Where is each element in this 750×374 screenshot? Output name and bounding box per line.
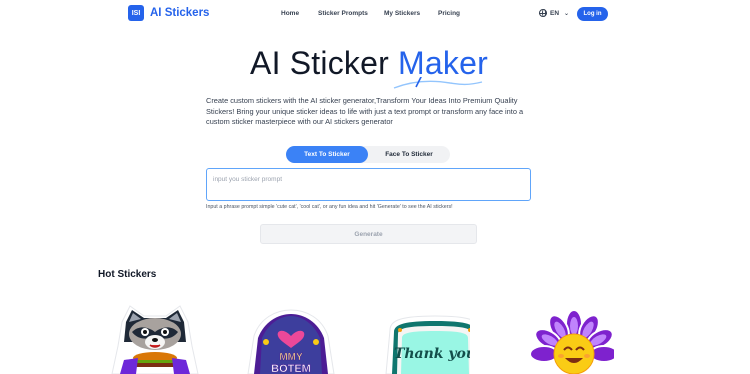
nav-my-stickers[interactable]: My Stickers bbox=[384, 10, 420, 17]
tab-text-to-sticker[interactable]: Text To Sticker bbox=[286, 146, 368, 163]
generate-button[interactable]: Generate bbox=[260, 224, 477, 244]
sticker-text-top: MMY bbox=[279, 352, 303, 363]
nav-pricing[interactable]: Pricing bbox=[438, 10, 460, 17]
logo-icon: ISI bbox=[128, 5, 144, 21]
language-selector[interactable]: EN ⌄ bbox=[539, 9, 569, 17]
globe-icon bbox=[539, 9, 547, 17]
title-main: AI Sticker bbox=[250, 45, 399, 81]
page-title: AI Sticker Maker bbox=[0, 45, 738, 82]
language-label: EN bbox=[550, 9, 560, 17]
thank-you-badge-sticker-icon: Thank you bbox=[385, 315, 470, 374]
hot-stickers-title: Hot Stickers bbox=[98, 269, 157, 280]
sticker-card[interactable]: Thank you bbox=[380, 302, 470, 374]
brand-logo[interactable]: ISI AI Stickers bbox=[128, 5, 209, 21]
nav-home[interactable]: Home bbox=[281, 10, 299, 17]
top-navbar: ISI AI Stickers Home Sticker Prompts My … bbox=[0, 0, 750, 30]
sticker-card[interactable] bbox=[110, 302, 200, 374]
brand-name: AI Stickers bbox=[150, 7, 210, 19]
sticker-card[interactable] bbox=[524, 302, 614, 374]
sticker-prompt-input[interactable] bbox=[206, 168, 531, 201]
mode-tabs: Text To Sticker Face To Sticker bbox=[286, 146, 450, 163]
sticker-text: Thank you bbox=[394, 346, 470, 362]
smiling-flower-sticker-icon bbox=[529, 309, 614, 374]
heart-badge-sticker-icon: MMY BOTEM bbox=[247, 309, 335, 374]
nav-sticker-prompts[interactable]: Sticker Prompts bbox=[318, 10, 368, 17]
sticker-text-bottom: BOTEM bbox=[271, 363, 311, 374]
raccoon-burger-sticker-icon bbox=[111, 305, 199, 374]
title-underline-decoration bbox=[393, 77, 483, 89]
hero-description: Create custom stickers with the AI stick… bbox=[206, 96, 524, 126]
title-accent: Maker bbox=[398, 45, 488, 81]
prompt-hint: Input a phrase prompt simple 'cute cat',… bbox=[206, 204, 453, 210]
sticker-card[interactable]: MMY BOTEM bbox=[246, 302, 336, 374]
login-button[interactable]: Log in bbox=[577, 7, 608, 21]
tab-face-to-sticker[interactable]: Face To Sticker bbox=[368, 146, 450, 163]
chevron-down-icon: ⌄ bbox=[564, 10, 570, 17]
